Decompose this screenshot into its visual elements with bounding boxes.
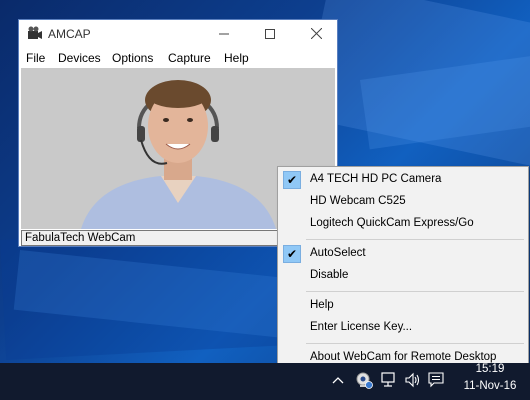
menu-item-disable[interactable]: Disable	[280, 265, 526, 287]
menu-file[interactable]: File	[26, 51, 45, 65]
menu-separator	[306, 291, 524, 292]
window-title: AMCAP	[48, 27, 91, 41]
menu-separator	[306, 239, 524, 240]
camera-app-icon	[28, 26, 42, 39]
menu-bar: File Devices Options Capture Help	[19, 47, 337, 67]
menu-item-label: Logitech QuickCam Express/Go	[310, 217, 474, 229]
menu-item-logitech-quickcam[interactable]: Logitech QuickCam Express/Go	[280, 213, 526, 235]
chevron-up-icon[interactable]	[330, 366, 346, 394]
menu-item-enter-license-key[interactable]: Enter License Key...	[280, 317, 526, 339]
title-bar[interactable]: AMCAP	[19, 20, 337, 47]
menu-devices[interactable]: Devices	[58, 51, 101, 65]
menu-capture[interactable]: Capture	[168, 51, 211, 65]
close-icon	[310, 28, 322, 39]
volume-icon[interactable]	[402, 366, 424, 394]
network-icon[interactable]	[378, 366, 400, 394]
checkmark-icon: ✔	[283, 171, 301, 189]
menu-item-label: Disable	[310, 269, 349, 281]
webcam-context-menu: ✔ A4 TECH HD PC Camera HD Webcam C525 Lo…	[277, 166, 529, 370]
menu-item-help[interactable]: Help	[280, 295, 526, 317]
menu-item-label: HD Webcam C525	[310, 195, 406, 207]
webcam-tray-icon[interactable]	[352, 366, 376, 394]
menu-item-a4tech-camera[interactable]: ✔ A4 TECH HD PC Camera	[280, 169, 526, 191]
maximize-button[interactable]	[247, 20, 293, 47]
menu-item-hd-webcam-c525[interactable]: HD Webcam C525	[280, 191, 526, 213]
taskbar	[0, 363, 530, 400]
checkmark-icon: ✔	[283, 245, 301, 263]
menu-item-label: Help	[310, 299, 334, 311]
menu-item-label: A4 TECH HD PC Camera	[310, 173, 442, 185]
close-button[interactable]	[293, 20, 339, 47]
menu-item-autoselect[interactable]: ✔ AutoSelect	[280, 243, 526, 265]
taskbar-clock-date[interactable]: 11-Nov-16	[455, 380, 525, 392]
menu-item-label: About WebCam for Remote Desktop	[310, 351, 497, 363]
menu-separator	[306, 343, 524, 344]
menu-options[interactable]: Options	[112, 51, 153, 65]
menu-help[interactable]: Help	[224, 51, 249, 65]
minimize-icon	[219, 33, 229, 34]
notification-icon[interactable]	[426, 366, 446, 394]
maximize-icon	[265, 28, 275, 39]
status-device-name: FabulaTech WebCam	[25, 232, 136, 244]
minimize-button[interactable]	[201, 20, 247, 47]
menu-item-label: Enter License Key...	[310, 321, 413, 333]
taskbar-clock-time[interactable]: 15:19	[470, 363, 510, 375]
menu-item-label: AutoSelect	[310, 247, 366, 259]
